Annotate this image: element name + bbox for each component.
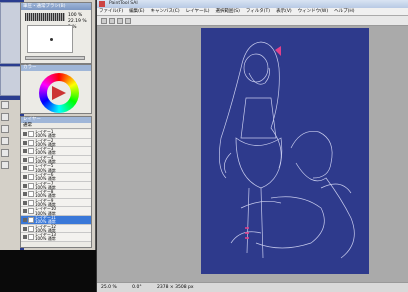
layer-thumbnail xyxy=(28,191,34,198)
layer-row[interactable]: レイヤー5 100% 通常 xyxy=(21,164,91,173)
color-panel: カラー xyxy=(20,64,92,114)
menu-item[interactable]: レイヤー(L) xyxy=(186,9,210,14)
zoom-level: 25.0 % xyxy=(101,285,117,290)
tool-button[interactable] xyxy=(1,137,9,145)
color-panel-title: カラー xyxy=(21,65,91,71)
tool-button[interactable] xyxy=(1,149,9,157)
left-panel: 筆圧・通常ブラシ(B) 100 % 22.19 % 2 % カラー レイヤー 通… xyxy=(0,0,96,250)
layer-thumbnail xyxy=(28,225,34,232)
layer-thumbnail xyxy=(28,216,34,223)
canvas[interactable] xyxy=(201,28,369,274)
status-bar: 25.0 % 0.0° 2378 × 3508 px xyxy=(97,282,408,292)
toolbar-button[interactable] xyxy=(109,18,115,24)
tool-button[interactable] xyxy=(1,161,9,169)
color-wheel-inner[interactable] xyxy=(47,81,71,105)
eye-icon[interactable] xyxy=(23,192,27,197)
layer-opacity: 100% 通常 xyxy=(35,236,56,242)
eye-icon[interactable] xyxy=(23,217,27,222)
eye-icon[interactable] xyxy=(23,200,27,205)
eye-icon[interactable] xyxy=(23,174,27,179)
layer-thumbnail xyxy=(28,234,34,241)
main-window: PaintTool SAI ファイル(F) 編集(E) キャンバス(C) レイヤー(L… xyxy=(96,0,408,292)
menu-item[interactable]: ウィンドウ(W) xyxy=(298,9,328,14)
toolbar-button[interactable] xyxy=(117,18,123,24)
tool-button[interactable] xyxy=(1,101,9,109)
menu-item[interactable]: 編集(E) xyxy=(129,9,144,14)
app-icon xyxy=(99,1,105,7)
menu-item[interactable]: ファイル(F) xyxy=(99,9,123,14)
layer-thumbnail xyxy=(28,199,34,206)
menu-item[interactable]: ヘルプ(H) xyxy=(334,9,354,14)
toolbar xyxy=(97,16,408,26)
eye-icon[interactable] xyxy=(23,183,27,188)
color-wheel[interactable] xyxy=(39,73,79,113)
eye-icon[interactable] xyxy=(23,235,27,240)
artwork-lineart xyxy=(219,41,355,259)
layer-row[interactable]: レイヤー12 100% 通常 xyxy=(21,224,91,234)
layer-row[interactable]: レイヤー9 100% 通常 xyxy=(21,198,91,208)
menu-item[interactable]: 表示(V) xyxy=(276,9,292,14)
menu-item[interactable]: 選択範囲(S) xyxy=(216,9,240,14)
layer-row[interactable]: レイヤー3 100% 通常 xyxy=(21,146,91,156)
eye-icon[interactable] xyxy=(23,149,27,154)
eye-icon[interactable] xyxy=(23,209,27,214)
layer-thumbnail xyxy=(28,165,34,172)
tool-palette xyxy=(0,100,20,250)
layer-row[interactable]: レイヤー7 100% 通常 xyxy=(21,181,91,191)
layer-row[interactable]: レイヤー13 100% 通常 xyxy=(21,232,91,242)
layer-row[interactable]: レイヤー10 100% 通常 xyxy=(21,207,91,216)
layer-thumbnail xyxy=(28,139,34,146)
eye-icon[interactable] xyxy=(23,157,27,162)
tool-button[interactable] xyxy=(1,113,9,121)
menu-item[interactable]: フィルタ(T) xyxy=(246,9,270,14)
canvas-size: 2378 × 3508 px xyxy=(157,285,194,290)
layer-thumbnail xyxy=(28,208,34,215)
layer-row[interactable]: レイヤー2 100% 通常 xyxy=(21,138,91,148)
layer-thumbnail xyxy=(28,173,34,180)
rotation-angle: 0.0° xyxy=(132,285,142,290)
layer-thumbnail xyxy=(28,182,34,189)
layer-row[interactable]: レイヤー6 100% 通常 xyxy=(21,172,91,182)
layer-thumbnail xyxy=(28,156,34,163)
toolbar-button[interactable] xyxy=(125,18,131,24)
layer-row[interactable]: レイヤー1 100% 通常 xyxy=(21,129,91,139)
brush-texture-preview[interactable] xyxy=(25,13,65,21)
brush-panel-title: 筆圧・通常ブラシ(B) xyxy=(21,3,91,10)
layer-panel: レイヤー 通常 レイヤー1 100% 通常 レイヤー2 100% 通常 レイヤー3 100… xyxy=(20,116,92,248)
brush-dot-icon xyxy=(50,38,53,41)
layer-thumbnail xyxy=(28,131,34,137)
layer-thumbnail xyxy=(28,148,34,155)
canvas-area[interactable] xyxy=(97,26,408,282)
brush-slider[interactable] xyxy=(25,56,85,60)
tool-button[interactable] xyxy=(1,125,9,133)
layer-row[interactable]: レイヤー4 100% 通常 xyxy=(21,155,91,165)
brush-tip-preview xyxy=(27,25,73,53)
eye-icon[interactable] xyxy=(23,226,27,231)
eye-icon[interactable] xyxy=(23,132,27,136)
toolbar-button[interactable] xyxy=(101,18,107,24)
menu-item[interactable]: キャンバス(C) xyxy=(150,9,179,14)
menu-bar: ファイル(F) 編集(E) キャンバス(C) レイヤー(L) 選択範囲(S) フィルタ(T… xyxy=(97,8,408,16)
layer-row[interactable]: レイヤー11 100% 通常 xyxy=(21,215,91,225)
layer-row[interactable]: レイヤー8 100% 通常 xyxy=(21,189,91,199)
title-bar: PaintTool SAI xyxy=(97,0,408,8)
layer-list: レイヤー1 100% 通常 レイヤー2 100% 通常 レイヤー3 100% 通常 レイヤー… xyxy=(21,129,91,242)
eye-icon[interactable] xyxy=(23,140,27,145)
eye-icon[interactable] xyxy=(23,166,27,171)
blend-mode-select[interactable]: 通常 xyxy=(21,123,91,129)
brush-panel: 筆圧・通常ブラシ(B) 100 % 22.19 % 2 % xyxy=(20,2,92,64)
desktop-background xyxy=(0,250,96,292)
window-title: PaintTool SAI xyxy=(109,1,138,6)
girl-hair-outline xyxy=(240,41,282,169)
color-triangle-icon[interactable] xyxy=(52,86,66,100)
